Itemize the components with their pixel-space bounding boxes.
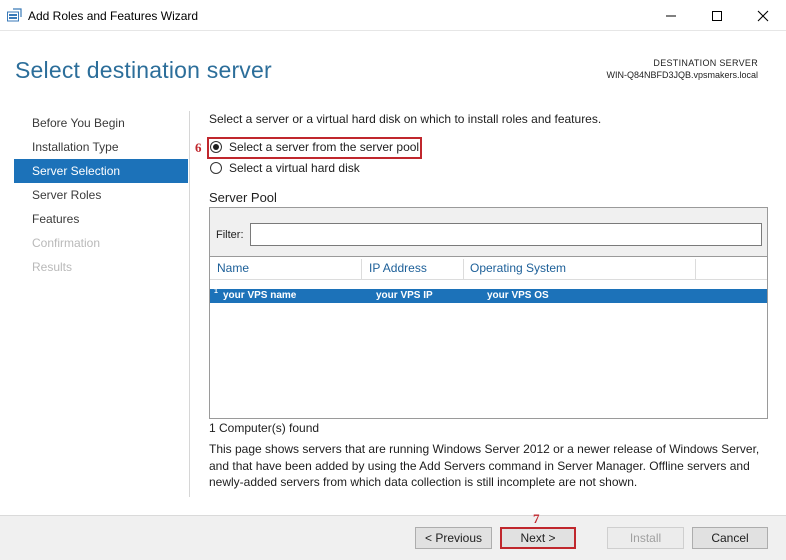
minimize-icon [666,15,676,16]
cell-server-name: your VPS name [223,290,297,301]
column-header-ip-address[interactable]: IP Address [369,261,427,275]
computers-found-count: 1 Computer(s) found [209,421,320,435]
close-icon [757,10,769,21]
server-pool-title: Server Pool [209,190,277,205]
nav-divider [189,111,190,497]
row-marker: 1 [214,288,218,295]
server-pool-panel: Filter: Name IP Address Operating System… [209,207,768,419]
next-button[interactable]: Next > [500,527,576,549]
column-separator [361,259,362,279]
server-pool-radio[interactable] [210,141,222,153]
option-server-pool[interactable]: Select a server from the server pool [210,139,419,155]
filter-bar: Filter: [210,208,767,257]
nav-item-before-you-begin[interactable]: Before You Begin [14,111,188,135]
wizard-nav: Before You Begin Installation Type Serve… [14,111,188,279]
window-title: Add Roles and Features Wizard [28,9,199,23]
vhd-radio-label: Select a virtual hard disk [229,161,360,175]
install-button: Install [607,527,684,549]
filter-input[interactable] [250,223,762,246]
column-header-operating-system[interactable]: Operating System [470,261,566,275]
nav-item-installation-type[interactable]: Installation Type [14,135,188,159]
column-separator [463,259,464,279]
annotation-step-7: 7 [533,511,540,526]
cell-ip-address: your VPS IP [376,290,433,301]
nav-item-features[interactable]: Features [14,207,188,231]
column-separator [695,259,696,279]
nav-item-results: Results [32,260,73,274]
minimize-button[interactable] [648,0,694,31]
header-divider [210,279,767,280]
vhd-radio[interactable] [210,162,222,174]
page-title: Select destination server [15,57,272,83]
destination-server-label: DESTINATION SERVER [653,58,758,68]
maximize-button[interactable] [694,0,740,31]
annotation-step-6: 6 [195,140,202,155]
column-header-name[interactable]: Name [217,261,249,275]
server-pool-description: This page shows servers that are running… [209,442,760,489]
title-bar: Add Roles and Features Wizard [0,0,786,31]
nav-item-confirmation: Confirmation [32,236,101,250]
close-button[interactable] [740,0,786,31]
previous-button[interactable]: < Previous [415,527,492,549]
filter-label: Filter: [216,229,244,241]
cancel-button[interactable]: Cancel [692,527,768,549]
maximize-icon [712,10,722,21]
cell-operating-system: your VPS OS [487,290,549,301]
table-row[interactable]: 1 your VPS name your VPS IP your VPS OS [210,288,767,303]
nav-item-server-selection[interactable]: Server Selection [14,159,188,183]
server-pool-radio-label: Select a server from the server pool [229,140,420,154]
intro-text: Select a server or a virtual hard disk o… [209,112,602,126]
nav-item-server-roles[interactable]: Server Roles [14,183,188,207]
server-manager-icon [7,8,22,22]
destination-server-name: WIN-Q84NBFD3JQB.vpsmakers.local [606,70,758,80]
option-virtual-hard-disk[interactable]: Select a virtual hard disk [210,160,360,176]
